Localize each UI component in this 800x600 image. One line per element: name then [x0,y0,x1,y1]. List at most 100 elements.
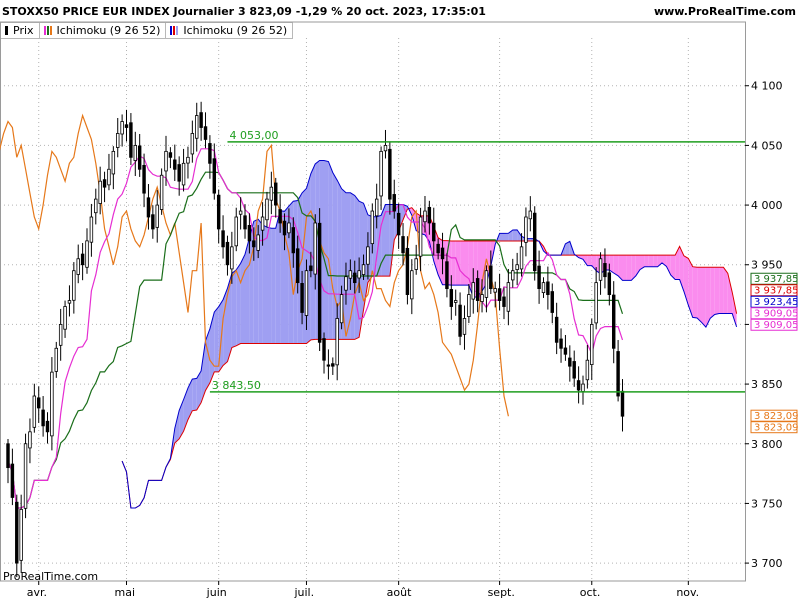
cloud-segment [644,255,649,267]
candle-body [489,265,493,290]
candle-body [304,270,309,316]
candle [195,102,199,152]
cloud-segment [714,267,720,315]
candle-body [265,198,269,221]
candle-body [401,236,405,254]
candle [388,141,392,215]
candle-body [590,324,594,366]
candle [453,289,458,316]
candle-body [133,145,138,161]
candle-body [361,264,366,275]
candle-body [282,220,287,236]
cloud-segment [385,204,390,277]
candle [221,215,225,259]
candle [28,418,32,464]
candle [203,112,208,149]
candle-body [537,265,541,290]
candle-body [19,508,23,561]
candle-body [559,338,563,349]
candle [554,302,559,355]
candle [19,494,23,573]
cloud-segment [622,255,627,281]
candle-body [388,148,392,200]
candle-body [15,501,19,564]
candle [177,156,181,196]
candle [137,133,142,177]
candle [537,250,541,304]
candle-body [576,380,581,391]
candle [414,244,418,275]
candle [50,357,54,451]
last-value-label: 3 937,85 [754,274,799,285]
candle-body [208,143,212,164]
candle [265,191,269,228]
candle-body [291,227,296,254]
candle [98,166,102,215]
cloud-segment [332,172,338,340]
candle-body [186,156,190,164]
candle-body [168,152,173,158]
candle [76,244,80,284]
candle-body [80,253,85,266]
candle-body [225,241,230,266]
candle-body [274,182,278,206]
x-tick-label: juin [206,586,227,599]
last-value-label: 3 923,45 [754,297,799,308]
candle-body [423,210,427,223]
candle-body [480,294,484,302]
cloud-segment [267,227,272,344]
candle-body [252,240,256,248]
candle [243,204,247,239]
candle [6,438,10,484]
candle [502,287,506,320]
candle-body [173,159,177,170]
candle-body [151,214,155,230]
cloud-segment [302,188,307,344]
candle-body [94,198,98,214]
candle-body [89,216,94,243]
candle-body [309,265,313,272]
candle-body [177,164,181,182]
candle [506,268,511,326]
candle-body [528,210,533,220]
candle-body [269,186,274,201]
cloud-segment [504,233,509,241]
candle-body [111,150,116,175]
cloud-segment [727,273,733,314]
candle-body [63,306,67,330]
candle-body [611,294,616,349]
candle-body [550,291,554,313]
candle-body [238,210,243,215]
candle [94,188,98,225]
candle [186,146,190,179]
cloud-segment [705,267,711,328]
candle-body [6,443,10,469]
candle-body [58,324,63,346]
x-tick-label: août [387,586,412,599]
candle [168,147,173,169]
candle-body [370,210,375,245]
plot-frame [0,21,746,582]
y-tick-label: 4 050 [751,139,783,152]
price-chart[interactable]: 4 053,00 3 843,50 3 700 3 750 3 800 3 850 3 90… [0,0,800,600]
cloud-segment [648,255,654,267]
candle [67,285,72,317]
candle [611,281,616,364]
candle [458,292,462,346]
y-tick-label: 4 100 [751,80,783,93]
candle-body [379,150,383,197]
candle [563,334,568,361]
candle [120,114,124,147]
candle-body [129,122,133,158]
candle [159,168,164,215]
candle-body [221,230,225,248]
candle-body [497,288,502,301]
candle-body [506,282,511,312]
candle-body [383,145,388,152]
candle-body [67,300,72,304]
candle-body [467,294,471,317]
candle [45,412,50,444]
candle [181,148,186,192]
candle-body [620,390,625,417]
cloud-segment [723,267,728,314]
